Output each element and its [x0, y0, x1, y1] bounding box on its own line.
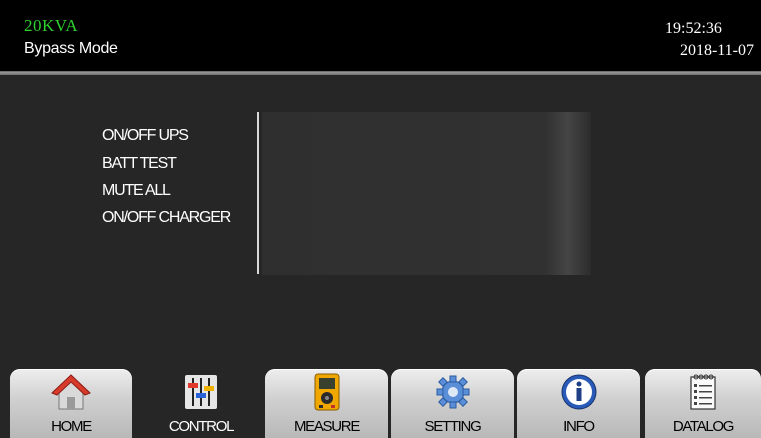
tab-info-label: INFO — [563, 418, 595, 435]
status-header: 20KVA Bypass Mode 19:52:36 2018-11-07 — [0, 0, 761, 71]
gear-icon — [433, 373, 473, 411]
clock-date: 2018-11-07 — [679, 42, 754, 59]
tab-setting[interactable]: SETTING — [391, 369, 514, 438]
control-detail-panel — [262, 112, 591, 275]
tab-info[interactable]: INFO — [517, 369, 640, 438]
menu-item-batt-test[interactable]: BATT TEST — [102, 155, 177, 173]
tab-datalog[interactable]: DATALOG — [645, 369, 761, 438]
clock-time: 19:52:36 — [665, 20, 722, 37]
info-icon — [559, 373, 599, 411]
control-menu: ON/OFF UPS BATT TEST MUTE ALL ON/OFF CHA… — [0, 75, 255, 367]
menu-item-onoff-ups[interactable]: ON/OFF UPS — [102, 127, 189, 145]
menu-item-onoff-charger[interactable]: ON/OFF CHARGER — [102, 209, 231, 227]
tab-home[interactable]: HOME — [10, 369, 132, 438]
bottom-nav: HOME CONTROL MEASURE SETTING INFO DATALO… — [0, 367, 761, 438]
tab-home-label: HOME — [51, 418, 92, 435]
tab-control-label: CONTROL — [168, 418, 235, 435]
tab-measure-label: MEASURE — [293, 418, 360, 435]
tab-setting-label: SETTING — [424, 418, 482, 435]
menu-item-mute-all[interactable]: MUTE ALL — [102, 182, 171, 200]
operating-mode: Bypass Mode — [24, 40, 118, 57]
menu-divider — [257, 112, 259, 274]
tab-datalog-label: DATALOG — [672, 418, 735, 435]
power-rating: 20KVA — [24, 16, 79, 35]
notepad-icon — [683, 373, 723, 411]
home-icon — [51, 373, 91, 411]
tab-measure[interactable]: MEASURE — [265, 369, 388, 438]
meter-icon — [307, 373, 347, 411]
tab-control[interactable]: CONTROL — [140, 369, 262, 438]
control-page: ON/OFF UPS BATT TEST MUTE ALL ON/OFF CHA… — [0, 75, 761, 367]
sliders-icon — [181, 373, 221, 411]
